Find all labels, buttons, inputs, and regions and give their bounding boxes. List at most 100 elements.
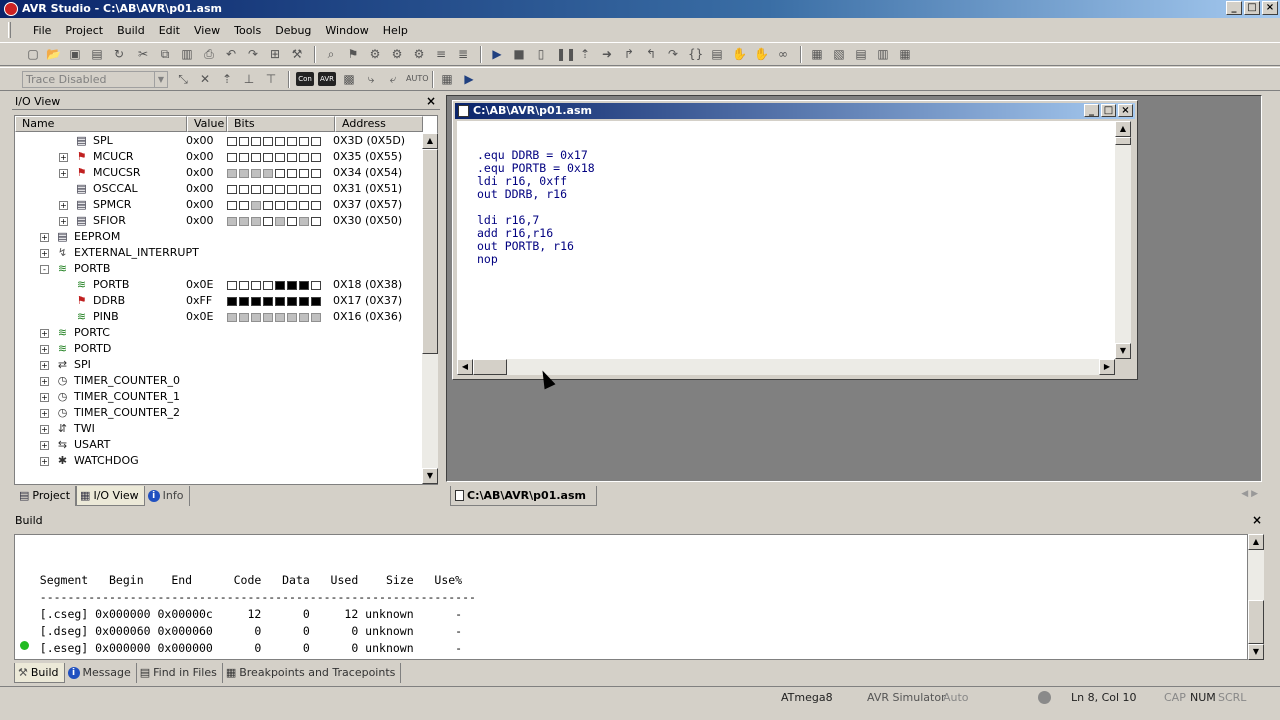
collapse-icon[interactable]: - — [40, 265, 49, 274]
scroll-down-icon[interactable]: ▼ — [1248, 644, 1264, 660]
close-icon[interactable]: × — [1252, 512, 1262, 529]
bit-cell[interactable] — [239, 217, 249, 226]
bit-cell[interactable] — [287, 201, 297, 210]
bit-cell[interactable] — [311, 217, 321, 226]
bit-cell[interactable] — [275, 217, 285, 226]
bit-cell[interactable] — [299, 153, 309, 162]
io-row[interactable]: ▤ OSCCAL 0x00 0X31 (0X51) — [15, 181, 423, 197]
bit-cell[interactable] — [275, 153, 285, 162]
bit-cell[interactable] — [227, 297, 237, 306]
expand-icon[interactable]: + — [40, 233, 49, 242]
bit-cell[interactable] — [239, 185, 249, 194]
register-view-icon[interactable]: ▧ — [832, 47, 846, 61]
bit-cell[interactable] — [251, 185, 261, 194]
io-row[interactable]: ⚑ DDRB 0xFF 0X17 (0X37) — [15, 293, 423, 309]
rebuild-icon[interactable]: ⚙ — [412, 47, 426, 61]
bit-cell[interactable] — [299, 313, 309, 322]
save-icon[interactable]: ▣ — [68, 47, 82, 61]
bit-cell[interactable] — [275, 201, 285, 210]
tab-build[interactable]: ⚒ Build — [14, 663, 65, 683]
bit-cell[interactable] — [311, 153, 321, 162]
io-row[interactable]: + ◷ TIMER_COUNTER_2 — [15, 405, 423, 421]
io-row[interactable]: + ◷ TIMER_COUNTER_1 — [15, 389, 423, 405]
expand-icon[interactable]: + — [59, 169, 68, 178]
bit-cell[interactable] — [263, 185, 273, 194]
doc-tab-p01[interactable]: C:\AB\AVR\p01.asm — [450, 486, 597, 506]
expand-icon[interactable]: + — [40, 409, 49, 418]
expand-icon[interactable]: + — [40, 441, 49, 450]
bit-cell[interactable] — [227, 281, 237, 290]
io-row[interactable]: ≋ PORTB 0x0E 0X18 (0X38) — [15, 277, 423, 293]
editor-hscroll[interactable]: ◀ ▶ — [457, 359, 1115, 375]
bit-cell[interactable] — [263, 217, 273, 226]
step-over-icon[interactable]: ↱ — [622, 47, 636, 61]
bit-cell[interactable] — [311, 137, 321, 146]
expand-icon[interactable]: + — [40, 393, 49, 402]
indent-icon[interactable]: ≡ — [434, 47, 448, 61]
bit-cell[interactable] — [239, 281, 249, 290]
bit-cell[interactable] — [239, 297, 249, 306]
clear-breakpoints-icon[interactable]: ✋ — [754, 47, 769, 61]
auto-icon[interactable]: AUTO — [406, 72, 429, 86]
paste-icon[interactable]: ▥ — [180, 47, 194, 61]
bit-cell[interactable] — [251, 201, 261, 210]
io-row[interactable]: + ⚑ MCUCR 0x00 0X35 (0X55) — [15, 149, 423, 165]
copy-icon[interactable]: ⧉ — [158, 47, 172, 61]
bit-cell[interactable] — [239, 153, 249, 162]
bit-cell[interactable] — [287, 185, 297, 194]
reload-icon[interactable]: ↻ — [112, 47, 126, 61]
bit-cell[interactable] — [311, 297, 321, 306]
scroll-right-icon[interactable]: ▶ — [1099, 359, 1115, 375]
bit-cell[interactable] — [251, 313, 261, 322]
bit-cell[interactable] — [227, 137, 237, 146]
con-icon[interactable]: Con — [296, 72, 314, 86]
run-icon[interactable]: ▶ — [490, 47, 504, 61]
scroll-down-icon[interactable]: ▼ — [1115, 343, 1131, 359]
expand-icon[interactable]: + — [59, 201, 68, 210]
io-row[interactable]: + ▤ SFIOR 0x00 0X30 (0X50) — [15, 213, 423, 229]
bit-cell[interactable] — [275, 169, 285, 178]
bit-cell[interactable] — [311, 281, 321, 290]
processor-icon[interactable]: ▥ — [876, 47, 890, 61]
breakpoint-icon[interactable]: ▤ — [710, 47, 724, 61]
tab-breakpoints[interactable]: ▦ Breakpoints and Tracepoints — [223, 663, 402, 683]
bit-cell[interactable] — [227, 217, 237, 226]
step-into-icon[interactable]: ➜ — [600, 47, 614, 61]
minimize-button[interactable]: _ — [1226, 1, 1242, 15]
expand-icon[interactable]: + — [40, 361, 49, 370]
bit-cell[interactable] — [287, 313, 297, 322]
io-row[interactable]: + ≋ PORTD — [15, 341, 423, 357]
scroll-thumb[interactable] — [422, 149, 438, 354]
expand-icon[interactable]: + — [59, 217, 68, 226]
bit-cell[interactable] — [311, 201, 321, 210]
io-row[interactable]: + ⚑ MCUCSR 0x00 0X34 (0X54) — [15, 165, 423, 181]
bit-cell[interactable] — [299, 297, 309, 306]
play-trace-icon[interactable]: ▶ — [462, 72, 476, 86]
bit-cell[interactable] — [275, 137, 285, 146]
build-icon[interactable]: ⚙ — [390, 47, 404, 61]
editor-close-button[interactable]: × — [1118, 104, 1133, 117]
chip-icon[interactable]: ▩ — [342, 72, 356, 86]
menu-tools[interactable]: Tools — [227, 24, 268, 37]
tab-message[interactable]: i Message — [65, 663, 137, 683]
memory-icon[interactable]: ▦ — [810, 47, 824, 61]
bit-cell[interactable] — [287, 297, 297, 306]
calc-icon[interactable]: ▦ — [440, 72, 454, 86]
editor-minimize-button[interactable]: _ — [1084, 104, 1099, 117]
run-to-cursor-icon[interactable]: ↷ — [666, 47, 680, 61]
bit-cell[interactable] — [251, 217, 261, 226]
col-address[interactable]: Address — [335, 116, 423, 132]
bit-cell[interactable] — [263, 153, 273, 162]
expand-icon[interactable]: + — [40, 457, 49, 466]
tab-nav-arrows-icon[interactable]: ◀ ▶ — [1241, 489, 1258, 499]
bit-cell[interactable] — [299, 169, 309, 178]
bit-cell[interactable] — [287, 281, 297, 290]
menu-debug[interactable]: Debug — [268, 24, 318, 37]
bit-cell[interactable] — [275, 281, 285, 290]
hscroll-thumb[interactable] — [473, 359, 507, 375]
window-icon[interactable]: ⊞ — [268, 47, 282, 61]
io-row[interactable]: + ✱ WATCHDOG — [15, 453, 423, 469]
tab-find-in-files[interactable]: ▤ Find in Files — [137, 663, 223, 683]
hand-icon[interactable]: ✋ — [732, 47, 747, 61]
bit-cell[interactable] — [251, 169, 261, 178]
